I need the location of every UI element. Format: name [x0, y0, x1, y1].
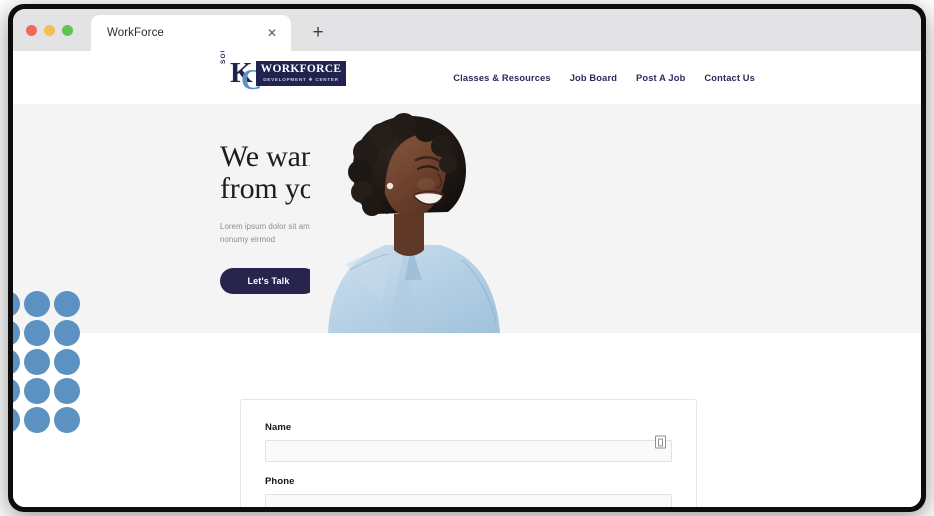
contact-form-section: Name Phone	[13, 333, 921, 507]
window-frame: WorkForce ✕ + SOUTH K C WORKFORCE DEVELO…	[8, 4, 926, 512]
grid-dot	[24, 407, 50, 433]
grid-dot	[24, 320, 50, 346]
logo-south-text: SOUTH	[220, 51, 227, 64]
decorative-dot-grid	[13, 291, 82, 435]
minimize-window-button[interactable]	[44, 25, 55, 36]
name-field-label: Name	[265, 422, 292, 433]
contact-card-icon[interactable]	[655, 435, 666, 449]
grid-dot	[13, 291, 20, 317]
maximize-window-button[interactable]	[62, 25, 73, 36]
contact-form-card: Name Phone	[240, 399, 697, 507]
page-viewport: SOUTH K C WORKFORCE DEVELOPMENT ❖ CENTER…	[13, 51, 921, 507]
grid-dot	[54, 291, 80, 317]
grid-dot	[13, 378, 20, 404]
nav-item-contact-us[interactable]: Contact Us	[704, 73, 755, 83]
nav-item-classes-and-resources[interactable]: Classes & Resources	[453, 73, 550, 83]
grid-dot	[54, 320, 80, 346]
browser-window: WorkForce ✕ + SOUTH K C WORKFORCE DEVELO…	[13, 9, 921, 507]
logo-wordmark-box: WORKFORCE DEVELOPMENT ❖ CENTER	[256, 61, 346, 86]
nav-item-job-board[interactable]: Job Board	[570, 73, 617, 83]
nav-item-post-a-job[interactable]: Post A Job	[636, 73, 685, 83]
main-navigation: Classes & Resources Job Board Post A Job…	[453, 51, 755, 104]
site-logo[interactable]: SOUTH K C WORKFORCE DEVELOPMENT ❖ CENTER	[220, 51, 348, 96]
grid-dot	[13, 407, 20, 433]
close-window-button[interactable]	[26, 25, 37, 36]
grid-dot	[24, 291, 50, 317]
logo-workforce-text: WORKFORCE	[260, 63, 342, 76]
close-icon[interactable]: ✕	[263, 24, 281, 42]
browser-tab-workforce[interactable]: WorkForce ✕	[91, 15, 291, 51]
name-input[interactable]	[265, 440, 672, 462]
grid-dot	[24, 378, 50, 404]
site-header: SOUTH K C WORKFORCE DEVELOPMENT ❖ CENTER…	[13, 51, 921, 104]
lets-talk-button[interactable]: Let's Talk	[220, 267, 317, 294]
grid-dot	[54, 378, 80, 404]
grid-dot	[54, 407, 80, 433]
name-field-group: Name	[265, 422, 672, 462]
browser-tab-strip: WorkForce ✕ +	[13, 9, 921, 51]
logo-development-center-text: DEVELOPMENT ❖ CENTER	[263, 77, 339, 83]
hero-section: We want to hear from you Lorem ipsum dol…	[13, 104, 921, 333]
grid-dot	[13, 320, 20, 346]
phone-field-label: Phone	[265, 476, 295, 487]
traffic-light-controls	[26, 25, 73, 36]
grid-dot	[13, 349, 20, 375]
grid-dot	[54, 349, 80, 375]
phone-input[interactable]	[265, 494, 672, 507]
new-tab-icon[interactable]: +	[307, 21, 329, 43]
tab-title: WorkForce	[107, 27, 164, 39]
grid-dot	[24, 349, 50, 375]
hero-photo	[310, 104, 510, 333]
phone-field-group: Phone	[265, 476, 672, 507]
